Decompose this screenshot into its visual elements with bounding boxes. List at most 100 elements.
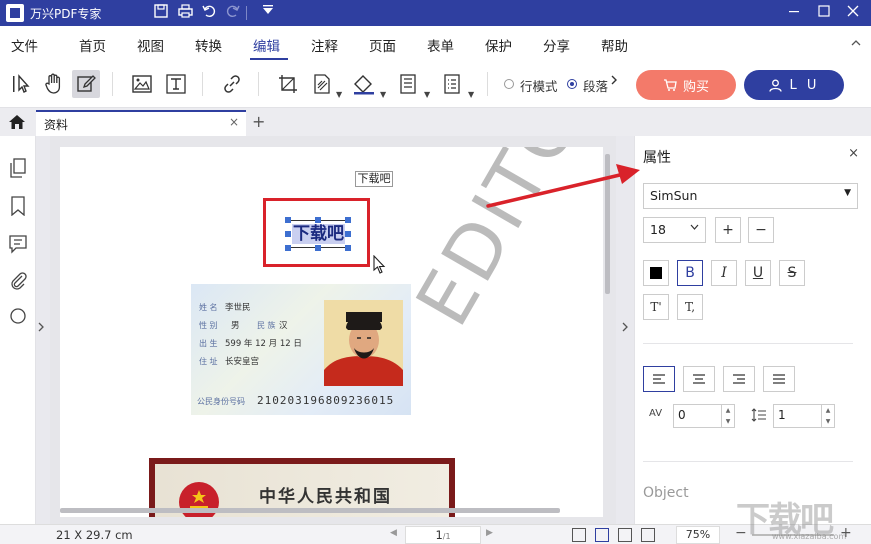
redo-icon[interactable] [224, 4, 242, 22]
align-justify-button[interactable] [763, 366, 795, 392]
menu-help[interactable]: 帮助 [601, 35, 628, 55]
toolbar-more-icon[interactable] [611, 74, 617, 88]
menu-home[interactable]: 首页 [79, 35, 106, 55]
resize-handle[interactable] [345, 217, 351, 223]
underline-button[interactable]: U [745, 260, 771, 286]
user-button[interactable]: L U [744, 70, 844, 100]
resize-handle[interactable] [285, 217, 291, 223]
menu-comment[interactable]: 注释 [311, 35, 338, 55]
resize-handle[interactable] [285, 245, 291, 251]
mouse-cursor-icon [373, 254, 387, 279]
home-icon[interactable] [8, 114, 26, 130]
bates-icon[interactable] [438, 70, 466, 98]
font-size-increase-button[interactable]: + [715, 217, 741, 243]
collapse-ribbon-icon[interactable] [851, 37, 861, 50]
subscript-button[interactable]: T, [677, 294, 703, 320]
watermark-icon[interactable] [308, 70, 336, 98]
collapse-right-panel-icon[interactable] [622, 322, 628, 335]
fit-width-view-icon[interactable] [641, 528, 655, 542]
resize-handle[interactable] [345, 245, 351, 251]
text-color-button[interactable] [643, 260, 669, 286]
line-mode-label[interactable]: 行模式 [520, 76, 558, 95]
edit-icon[interactable] [72, 70, 100, 98]
menu-edit[interactable]: 编辑 [253, 35, 280, 55]
resize-handle[interactable] [285, 231, 291, 237]
text-box-icon[interactable] [162, 70, 190, 98]
menu-convert[interactable]: 转换 [195, 35, 222, 55]
watermark-dropdown-icon[interactable]: ▼ [336, 90, 342, 99]
buy-label: 购买 [682, 79, 709, 95]
superscript-button[interactable]: T' [643, 294, 669, 320]
expand-left-panel-icon[interactable] [38, 322, 44, 335]
menu-view[interactable]: 视图 [137, 35, 164, 55]
zoom-level-input[interactable]: 75% [676, 526, 720, 544]
line-mode-radio[interactable] [504, 79, 514, 89]
background-icon[interactable] [350, 70, 378, 98]
undo-icon[interactable] [200, 4, 218, 22]
select-icon[interactable] [8, 70, 36, 98]
selected-text[interactable]: 下载吧 [292, 224, 345, 244]
paragraph-mode-label[interactable]: 段落 [583, 76, 608, 95]
add-tab-icon[interactable]: + [252, 112, 265, 131]
bates-dropdown-icon[interactable]: ▼ [468, 90, 474, 99]
id-card-front-image[interactable]: 姓 名 李世民 性 别 男 民 族 汉 出 生 599 年 12 月 12 日 … [191, 284, 411, 415]
align-right-button[interactable] [723, 366, 755, 392]
next-page-icon[interactable]: ▶ [486, 528, 493, 538]
panel-close-icon[interactable]: × [848, 146, 859, 161]
header-footer-dropdown-icon[interactable]: ▼ [424, 90, 430, 99]
spinner-icon[interactable]: ▲ ▼ [721, 405, 734, 427]
id-value-birth: 599 年 12 月 12 日 [225, 339, 302, 349]
single-page-view-icon[interactable] [572, 528, 586, 542]
spinner-icon[interactable]: ▲ ▼ [821, 405, 834, 427]
paragraph-mode-radio[interactable] [567, 79, 577, 89]
strikethrough-button[interactable]: S [779, 260, 805, 286]
image-icon[interactable] [128, 70, 156, 98]
horizontal-scrollbar[interactable] [60, 508, 560, 513]
header-footer-icon[interactable] [394, 70, 422, 98]
save-icon[interactable] [152, 4, 170, 22]
selected-text-box[interactable]: 下载吧 [288, 220, 348, 248]
text-block[interactable]: 下载吧 [355, 171, 393, 187]
buy-button[interactable]: 购买 [636, 70, 736, 100]
line-spacing-field[interactable]: 1 ▲ ▼ [773, 404, 835, 428]
dropdown-icon[interactable] [259, 4, 277, 22]
menu-protect[interactable]: 保护 [485, 35, 512, 55]
continuous-view-icon[interactable] [595, 528, 609, 542]
zoom-level: 75% [685, 528, 711, 541]
align-left-button[interactable] [643, 366, 675, 392]
menu-share[interactable]: 分享 [543, 35, 570, 55]
italic-button[interactable]: I [711, 260, 737, 286]
resize-handle[interactable] [315, 245, 321, 251]
tab-close-icon[interactable]: × [229, 115, 239, 129]
page-number-input[interactable]: 1/1 [405, 526, 481, 544]
font-family-select[interactable]: SimSun ▼ [643, 183, 858, 209]
link-icon[interactable] [218, 70, 246, 98]
thumbnails-icon[interactable] [9, 158, 27, 178]
minimize-icon[interactable] [782, 2, 806, 24]
tab-document[interactable]: 资料 × [36, 110, 246, 136]
resize-handle[interactable] [315, 217, 321, 223]
id-label-address: 住 址 [199, 357, 218, 366]
menu-file[interactable]: 文件 [11, 35, 38, 55]
bold-button[interactable]: B [677, 260, 703, 286]
attachment-icon[interactable] [9, 270, 27, 290]
crop-icon[interactable] [274, 70, 302, 98]
menu-page[interactable]: 页面 [369, 35, 396, 55]
toolbar-separator [202, 72, 203, 96]
font-size-decrease-button[interactable]: − [748, 217, 774, 243]
menu-form[interactable]: 表单 [427, 35, 454, 55]
hand-icon[interactable] [40, 70, 68, 98]
restore-icon[interactable] [812, 2, 836, 24]
comment-icon[interactable] [9, 234, 27, 254]
align-center-button[interactable] [683, 366, 715, 392]
print-icon[interactable] [176, 4, 194, 22]
bookmark-icon[interactable] [9, 196, 27, 217]
font-size-select[interactable]: 18 [643, 217, 706, 243]
resize-handle[interactable] [345, 231, 351, 237]
background-dropdown-icon[interactable]: ▼ [380, 90, 386, 99]
search-icon[interactable] [9, 306, 27, 326]
two-page-view-icon[interactable] [618, 528, 632, 542]
character-spacing-field[interactable]: 0 ▲ ▼ [673, 404, 735, 428]
close-icon[interactable] [841, 2, 865, 24]
previous-page-icon[interactable]: ◀ [390, 528, 397, 538]
